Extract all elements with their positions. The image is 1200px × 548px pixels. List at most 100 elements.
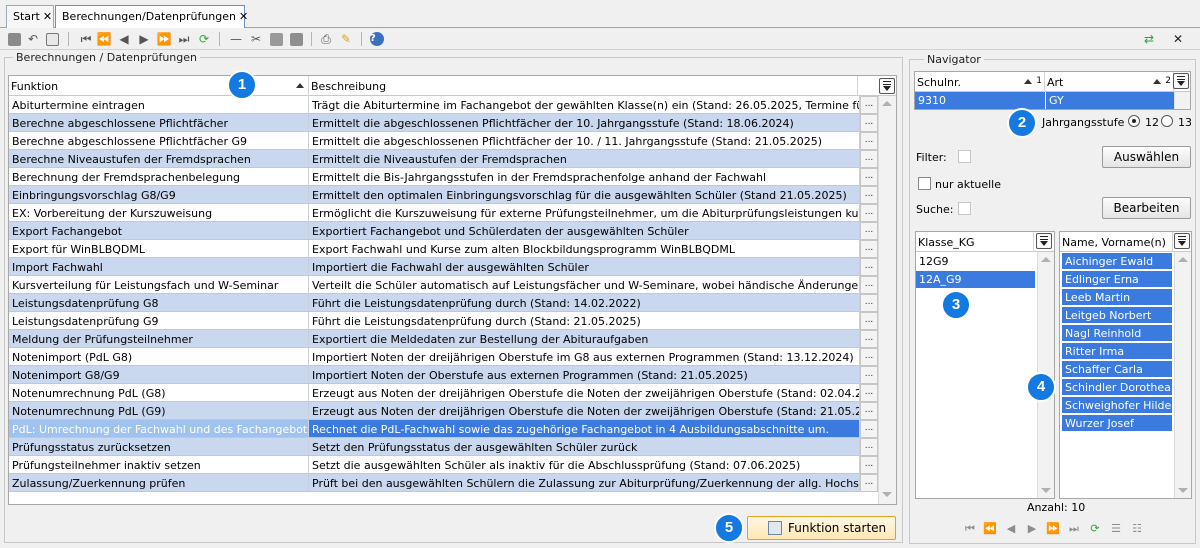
column-chooser-icon[interactable] [879, 78, 895, 94]
list-view-icon[interactable]: ☰ [1108, 521, 1124, 537]
row-detail-button[interactable]: ... [860, 474, 878, 492]
row-detail-button[interactable]: ... [860, 114, 878, 132]
row-detail-button[interactable]: ... [860, 294, 878, 312]
tab-start[interactable]: Start ✕ [6, 5, 54, 28]
scroll-down-icon[interactable] [1178, 488, 1188, 493]
delete-icon[interactable]: — [228, 31, 244, 47]
row-detail-button[interactable]: ... [860, 258, 878, 276]
close-icon[interactable]: ✕ [1170, 31, 1186, 47]
detail-view-icon[interactable]: ☷ [1129, 521, 1145, 537]
column-header-name[interactable]: Name, Vorname(n) [1060, 232, 1173, 252]
scroll-up-icon[interactable] [882, 101, 892, 106]
column-header-funktion[interactable]: Funktion [9, 76, 309, 96]
row-detail-button[interactable]: ... [860, 384, 878, 402]
table-row[interactable]: Berechne Niveaustufen der Fremdsprachen E… [9, 150, 878, 168]
table-row[interactable]: Einbringungsvorschlag G8/G9 Ermittelt den… [9, 186, 878, 204]
row-detail-button[interactable]: ... [860, 222, 878, 240]
list-item-student[interactable]: Aichinger Ewald [1062, 253, 1172, 270]
radio-jahrgang-12[interactable] [1128, 115, 1140, 127]
row-detail-button[interactable]: ... [860, 420, 878, 438]
previous-record-icon[interactable]: ◀ [1003, 521, 1019, 537]
close-icon[interactable]: ✕ [43, 10, 52, 23]
row-detail-button[interactable]: ... [860, 438, 878, 456]
student-scrollbar[interactable] [1174, 252, 1191, 498]
list-item-class[interactable]: 12G9 [916, 253, 1035, 270]
list-item-student[interactable]: Ritter Irma [1062, 343, 1172, 360]
last-record-icon[interactable]: ⏭ [176, 31, 192, 47]
paste-icon[interactable] [288, 31, 304, 47]
row-detail-button[interactable]: ... [860, 312, 878, 330]
table-row[interactable]: Prüfungsteilnehmer inaktiv setzen Setzt d… [9, 456, 878, 474]
column-chooser-icon[interactable] [1173, 73, 1189, 89]
row-detail-button[interactable]: ... [860, 348, 878, 366]
column-header-schulnr[interactable]: Schulnr. 1 [915, 72, 1045, 92]
column-chooser-icon[interactable] [1036, 233, 1052, 249]
list-item-class[interactable]: 12A_G9 [916, 271, 1035, 288]
row-detail-button[interactable]: ... [860, 168, 878, 186]
cut-icon[interactable]: ✂ [248, 31, 264, 47]
row-detail-button[interactable]: ... [860, 186, 878, 204]
table-row[interactable]: Notenimport G8/G9 Importiert Noten der Ob… [9, 366, 878, 384]
row-detail-button[interactable]: ... [860, 276, 878, 294]
suche-checkbox[interactable] [958, 202, 971, 215]
table-row[interactable]: Leistungsdatenprüfung G8 Führt die Leistu… [9, 294, 878, 312]
table-row[interactable]: Zulassung/Zuerkennung prüfen Prüft bei de… [9, 474, 878, 492]
row-detail-button[interactable]: ... [860, 330, 878, 348]
next-record-icon[interactable]: ▶ [136, 31, 152, 47]
row-detail-button[interactable]: ... [860, 96, 878, 114]
school-row-schulnr[interactable]: 9310 [915, 92, 1045, 109]
table-row[interactable]: Prüfungsstatus zurücksetzen Setzt den Prü… [9, 438, 878, 456]
list-item-student[interactable]: Leitgeb Norbert [1062, 307, 1172, 324]
list-item-student[interactable]: Wurzer Josef [1062, 415, 1172, 432]
previous-page-icon[interactable]: ⏪ [96, 31, 112, 47]
school-row-art[interactable]: GY [1046, 92, 1174, 109]
list-item-student[interactable]: Nagl Reinhold [1062, 325, 1172, 342]
row-detail-button[interactable]: ... [860, 240, 878, 258]
refresh-icon[interactable]: ⟳ [1087, 521, 1103, 537]
scroll-up-icon[interactable] [1041, 257, 1051, 262]
table-row[interactable]: Export für WinBLBQDML Export Fachwahl und… [9, 240, 878, 258]
table-row[interactable]: Notenumrechnung PdL (G8) Erzeugt aus Note… [9, 384, 878, 402]
row-detail-button[interactable]: ... [860, 402, 878, 420]
list-item-student[interactable]: Edlinger Erna [1062, 271, 1172, 288]
row-detail-button[interactable]: ... [860, 132, 878, 150]
table-row[interactable]: Berechne abgeschlossene Pflichtfächer Erm… [9, 114, 878, 132]
tab-berechnungen[interactable]: Berechnungen/Datenprüfungen ✕ [55, 5, 248, 29]
print-icon[interactable]: ⎙ [318, 31, 334, 47]
school-scrollbar[interactable] [1174, 92, 1190, 109]
column-header-art[interactable]: Art 2 [1045, 72, 1174, 92]
table-row[interactable]: Berechne abgeschlossene Pflichtfächer G9… [9, 132, 878, 150]
row-detail-button[interactable]: ... [860, 150, 878, 168]
next-page-icon[interactable]: ⏩ [1045, 521, 1061, 537]
first-record-icon[interactable]: ⏮ [962, 521, 978, 537]
row-detail-button[interactable]: ... [860, 204, 878, 222]
auswaehlen-button[interactable]: Auswählen [1102, 146, 1191, 168]
radio-jahrgang-13[interactable] [1161, 115, 1173, 127]
close-icon[interactable]: ✕ [239, 10, 248, 23]
scroll-up-icon[interactable] [1178, 257, 1188, 262]
column-chooser-icon[interactable] [1174, 233, 1190, 249]
next-page-icon[interactable]: ⏩ [156, 31, 172, 47]
last-record-icon[interactable]: ⏭ [1066, 521, 1082, 537]
edit-form-icon[interactable] [44, 31, 60, 47]
scroll-down-icon[interactable] [882, 492, 892, 497]
column-header-klasse[interactable]: Klasse_KG [916, 232, 1034, 252]
table-row[interactable]: Notenumrechnung PdL (G9) Erzeugt aus Note… [9, 402, 878, 420]
table-row[interactable]: Export Fachangebot Exportiert Fachangebot… [9, 222, 878, 240]
table-row[interactable]: Leistungsdatenprüfung G9 Führt die Leistu… [9, 312, 878, 330]
bearbeiten-button[interactable]: Bearbeiten [1102, 197, 1191, 219]
scroll-down-icon[interactable] [1041, 488, 1051, 493]
table-row[interactable]: Berechnung der Fremdsprachenbelegung Ermi… [9, 168, 878, 186]
table-row[interactable]: Meldung der Prüfungsteilnehmer Exportiert… [9, 330, 878, 348]
help-icon[interactable]: ? [369, 31, 385, 47]
previous-page-icon[interactable]: ⏪ [982, 521, 998, 537]
list-item-student[interactable]: Schaffer Carla [1062, 361, 1172, 378]
sync-icon[interactable]: ⇄ [1141, 31, 1157, 47]
table-row[interactable]: EX: Vorbereitung der Kurszuweisung Ermögl… [9, 204, 878, 222]
table-row[interactable]: Import Fachwahl Importiert die Fachwahl d… [9, 258, 878, 276]
filter-checkbox[interactable] [958, 150, 971, 163]
list-item-student[interactable]: Schweighofer Hilde [1062, 397, 1172, 414]
row-detail-button[interactable]: ... [860, 456, 878, 474]
save-icon[interactable] [6, 31, 22, 47]
copy-icon[interactable] [268, 31, 284, 47]
